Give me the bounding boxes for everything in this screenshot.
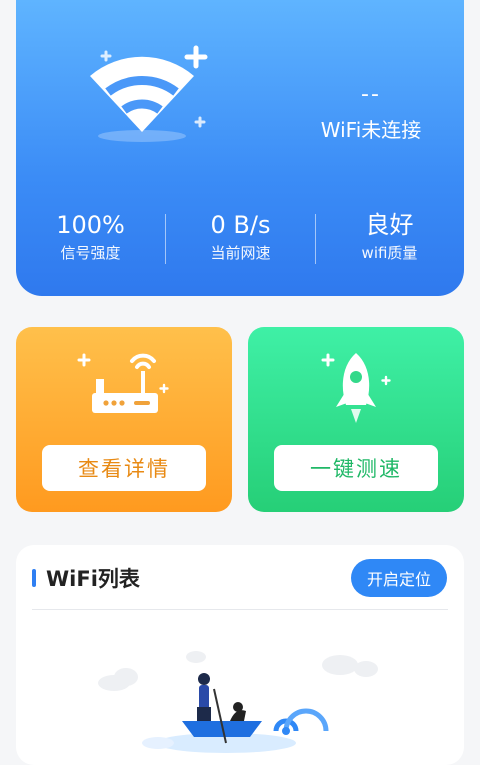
stat-label: 信号强度 — [60, 244, 121, 262]
divider — [32, 609, 448, 610]
stat-value: 0 B/s — [210, 211, 271, 239]
connection-status-text: WiFi未连接 — [320, 118, 422, 142]
router-icon — [77, 353, 169, 413]
enable-location-button[interactable]: 开启定位 — [351, 559, 447, 597]
empty-state-illustration — [98, 651, 378, 753]
wifi-list-panel: WiFi列表 开启定位 — [16, 545, 464, 765]
stat-current-speed: 0 B/s 当前网速 — [166, 210, 315, 263]
wifi-large-icon — [90, 45, 208, 142]
speed-test-button[interactable]: 一键测速 — [274, 445, 438, 491]
speedtest-card[interactable]: 一键测速 — [248, 327, 464, 512]
stat-label: 当前网速 — [210, 244, 271, 262]
details-card[interactable]: 查看详情 — [16, 327, 232, 512]
stat-value: 良好 — [365, 211, 414, 239]
wifi-status-panel: -- WiFi未连接 100% 信号强度 0 B/s 当前网速 良好 wifi质… — [16, 0, 464, 296]
stat-wifi-quality: 良好 wifi质量 — [315, 210, 464, 263]
title-accent-bar — [32, 569, 36, 587]
view-details-button[interactable]: 查看详情 — [42, 445, 206, 491]
stat-signal-strength: 100% 信号强度 — [16, 210, 165, 263]
connection-status-value: -- — [361, 82, 381, 107]
rocket-icon — [321, 353, 391, 423]
stat-value: 100% — [56, 211, 125, 239]
stat-label: wifi质量 — [361, 244, 418, 262]
wifi-list-title: WiFi列表 — [46, 567, 140, 591]
